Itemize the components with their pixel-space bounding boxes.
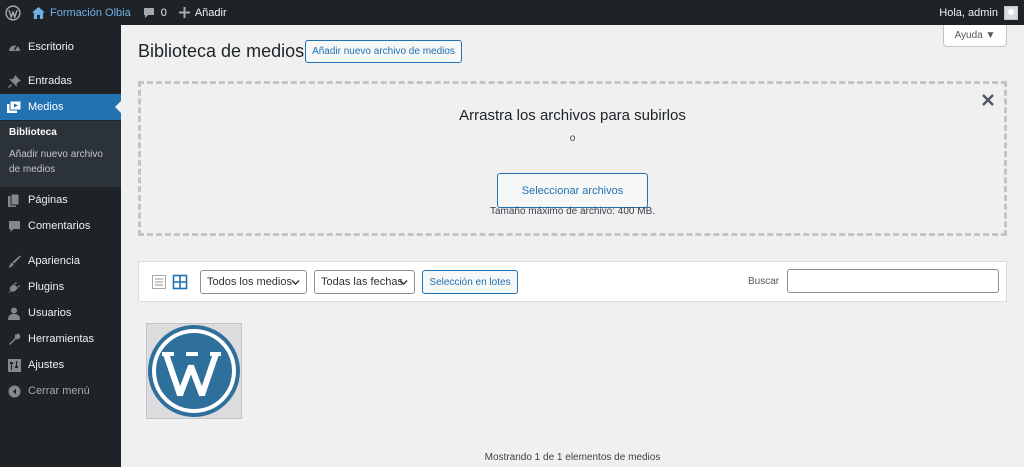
chevron-down-icon: [399, 280, 408, 285]
submenu-item-add-new-media[interactable]: Añadir nuevo archivo de medios: [9, 147, 114, 177]
media-submenu: Biblioteca Añadir nuevo archivo de medio…: [0, 121, 121, 187]
chevron-down-icon: [291, 280, 300, 285]
my-account-link[interactable]: Hola, admin: [933, 0, 1024, 25]
comment-icon: [143, 7, 154, 18]
sidebar-item-usuarios[interactable]: Usuarios: [0, 300, 121, 326]
date-filter-value: Todas las fechas: [321, 276, 403, 288]
brush-icon: [7, 254, 21, 268]
sidebar-item-label: Ajustes: [28, 359, 65, 371]
site-name-label: Formación Olbia: [50, 6, 131, 19]
sidebar-item-plugins[interactable]: Plugins: [0, 274, 121, 300]
media-toolbar: Todos los medios Todas las fechas Selecc…: [138, 261, 1007, 302]
page-icon: [7, 193, 21, 207]
media-type-filter[interactable]: Todos los medios: [200, 270, 307, 294]
wordpress-logo-button[interactable]: [0, 0, 26, 25]
sidebar-item-label: Usuarios: [28, 307, 72, 319]
plug-icon: [7, 280, 21, 294]
help-tab-button[interactable]: Ayuda ▼: [943, 25, 1007, 47]
site-name-link[interactable]: Formación Olbia: [26, 0, 137, 25]
collapse-menu-button[interactable]: Cerrar menú: [0, 378, 121, 404]
sidebar-item-escritorio[interactable]: Escritorio: [0, 34, 121, 60]
media-thumbnail[interactable]: [146, 323, 242, 419]
media-count-text: Mostrando 1 de 1 elementos de medios: [484, 452, 661, 463]
new-content-label: Añadir: [194, 6, 227, 19]
sidebar-item-label: Entradas: [28, 75, 73, 87]
sidebar-item-ajustes[interactable]: Ajustes: [0, 352, 121, 378]
sidebar-item-label: Páginas: [28, 194, 68, 206]
media-type-filter-value: Todos los medios: [207, 276, 292, 288]
list-view-icon[interactable]: [151, 274, 167, 290]
home-icon: [32, 6, 45, 19]
collapse-arrow-icon: [7, 384, 21, 398]
page-title: Biblioteca de medios: [138, 41, 305, 61]
pin-icon: [7, 74, 21, 88]
date-filter[interactable]: Todas las fechas: [314, 270, 415, 294]
sidebar-item-herramientas[interactable]: Herramientas: [0, 326, 121, 352]
settings-icon: [7, 358, 21, 372]
wrench-icon: [7, 332, 21, 346]
comments-link[interactable]: 0: [137, 0, 173, 25]
admin-sidebar: Escritorio Entradas Medios Biblioteca Añ…: [0, 25, 121, 467]
wordpress-logo-icon: [5, 4, 21, 21]
sidebar-item-label: Escritorio: [28, 41, 74, 53]
comments-count: 0: [160, 6, 167, 19]
drop-zone[interactable]: Arrastra los archivos para subirlos o Se…: [138, 81, 1007, 236]
close-icon[interactable]: [981, 93, 995, 107]
plus-icon: [178, 7, 190, 18]
main-content: Ayuda ▼ Biblioteca de medios Añadir nuev…: [121, 25, 1024, 467]
sidebar-item-entradas[interactable]: Entradas: [0, 68, 121, 94]
sidebar-item-label: Medios: [28, 101, 64, 113]
sidebar-item-label: Apariencia: [28, 255, 80, 267]
sidebar-item-medios[interactable]: Medios: [0, 94, 121, 120]
drop-zone-or: o: [569, 133, 576, 144]
bulk-select-button[interactable]: Selección en lotes: [422, 270, 518, 294]
max-upload-size: Tamaño máximo de archivo: 400 MB.: [489, 206, 656, 217]
new-content-link[interactable]: Añadir: [173, 0, 233, 25]
sidebar-item-apariencia[interactable]: Apariencia: [0, 248, 121, 274]
search-input[interactable]: [787, 269, 999, 293]
select-files-button[interactable]: Seleccionar archivos: [497, 173, 648, 208]
sidebar-item-paginas[interactable]: Páginas: [0, 187, 121, 213]
dashboard-icon: [7, 40, 21, 54]
comment-icon: [7, 219, 21, 233]
sidebar-item-comentarios[interactable]: Comentarios: [0, 213, 121, 239]
collapse-menu-label: Cerrar menú: [28, 385, 90, 397]
add-new-media-button[interactable]: Añadir nuevo archivo de medios: [305, 40, 462, 63]
drop-zone-title: Arrastra los archivos para subirlos: [459, 107, 686, 124]
greeting-label: Hola, admin: [939, 6, 998, 19]
sidebar-item-label: Plugins: [28, 281, 65, 293]
submenu-item-biblioteca[interactable]: Biblioteca: [9, 125, 114, 140]
media-icon: [7, 100, 21, 114]
sidebar-item-label: Herramientas: [28, 333, 95, 345]
admin-bar: Formación Olbia 0 Añadir Hola, admin: [0, 0, 1024, 25]
search-label: Buscar: [748, 276, 780, 287]
wordpress-logo-image: [148, 325, 240, 417]
sidebar-item-label: Comentarios: [28, 220, 91, 232]
grid-view-icon[interactable]: [172, 274, 188, 290]
avatar: [1004, 5, 1018, 20]
user-icon: [7, 306, 21, 320]
